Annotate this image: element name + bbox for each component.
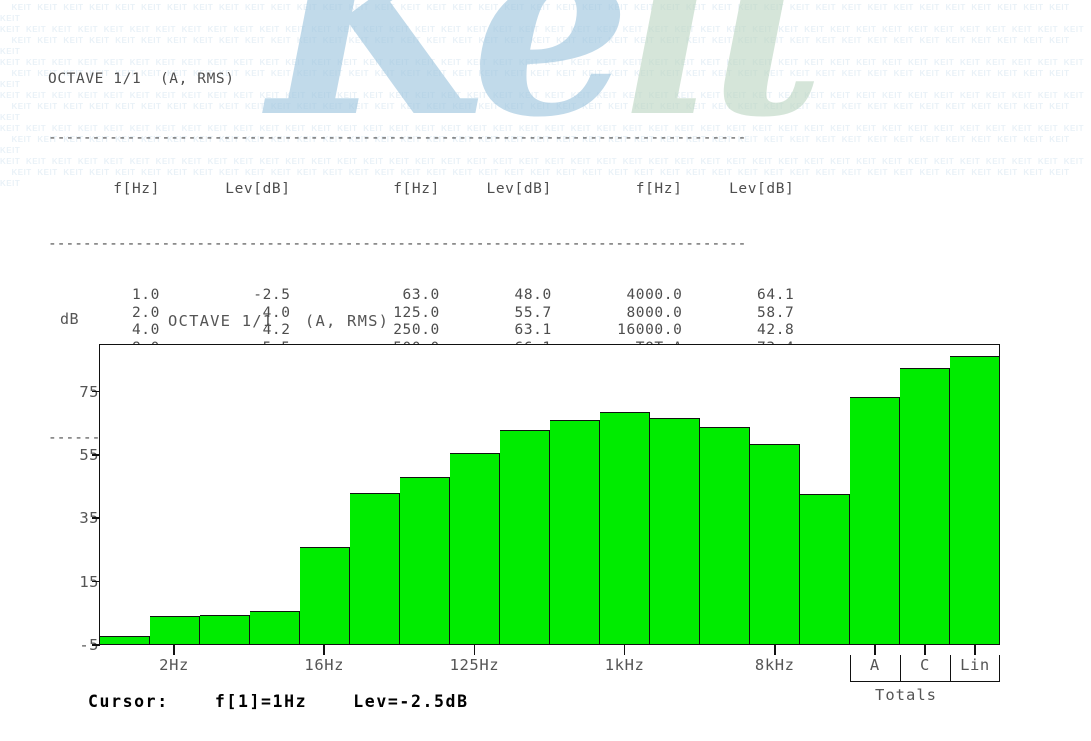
- totals-label: Totals: [875, 686, 937, 704]
- x-tick-mark: [473, 645, 476, 655]
- x-tick-label: 125Hz: [449, 656, 500, 674]
- plot-area: [99, 344, 1000, 645]
- chart-title: OCTAVE 1/1 (A, RMS): [168, 312, 390, 330]
- x-tick-mark: [173, 645, 175, 655]
- x-tick-mark: [874, 645, 876, 655]
- table-rule-top: ----------------------------------------…: [48, 129, 747, 143]
- bar-1.0[interactable]: [100, 636, 150, 644]
- bar-TOT_C[interactable]: [900, 368, 950, 644]
- bar-2000.0[interactable]: [650, 417, 700, 644]
- bar-4.0[interactable]: [200, 615, 250, 644]
- bar-series: [100, 345, 999, 644]
- x-tick-mark: [924, 645, 926, 655]
- bar-4000.0[interactable]: [700, 426, 750, 644]
- x-tick-mark: [623, 645, 626, 655]
- bar-8000.0[interactable]: [750, 443, 800, 644]
- bar-16.0[interactable]: [300, 547, 350, 644]
- bar-2.0[interactable]: [150, 615, 200, 644]
- bar-8.0[interactable]: [250, 610, 300, 644]
- x-tick-mark: [323, 645, 326, 655]
- bar-250.0[interactable]: [500, 429, 550, 644]
- y-axis: 75 55 35 15 -5: [0, 0, 100, 741]
- x-tick-label: 1kHz: [604, 656, 645, 674]
- cursor-readout: Cursor: f[1]=1Hz Lev=-2.5dB: [88, 692, 469, 711]
- table-rule-mid: ----------------------------------------…: [48, 236, 747, 249]
- x-tick-label: 2Hz: [159, 656, 189, 674]
- bar-63.0[interactable]: [400, 477, 450, 644]
- bar-125.0[interactable]: [450, 452, 500, 644]
- x-tick-label: 16Hz: [304, 656, 345, 674]
- x-tick-label: 8kHz: [754, 656, 795, 674]
- table-header-row: f[Hz] Lev[dB] f[Hz] Lev[dB] f[Hz] Lev[dB…: [48, 180, 795, 197]
- bar-TOT_Lin[interactable]: [950, 356, 999, 644]
- bar-16000.0[interactable]: [800, 493, 850, 644]
- bar-31.5[interactable]: [350, 493, 400, 644]
- totals-bracket: [850, 655, 1000, 682]
- bar-500.0[interactable]: [550, 420, 600, 644]
- x-tick-mark: [974, 645, 976, 655]
- x-tick-mark: [773, 645, 776, 655]
- bar-TOT_A[interactable]: [850, 397, 900, 644]
- table-title: OCTAVE 1/1 (A, RMS): [48, 71, 235, 87]
- bar-1000.0[interactable]: [600, 412, 650, 644]
